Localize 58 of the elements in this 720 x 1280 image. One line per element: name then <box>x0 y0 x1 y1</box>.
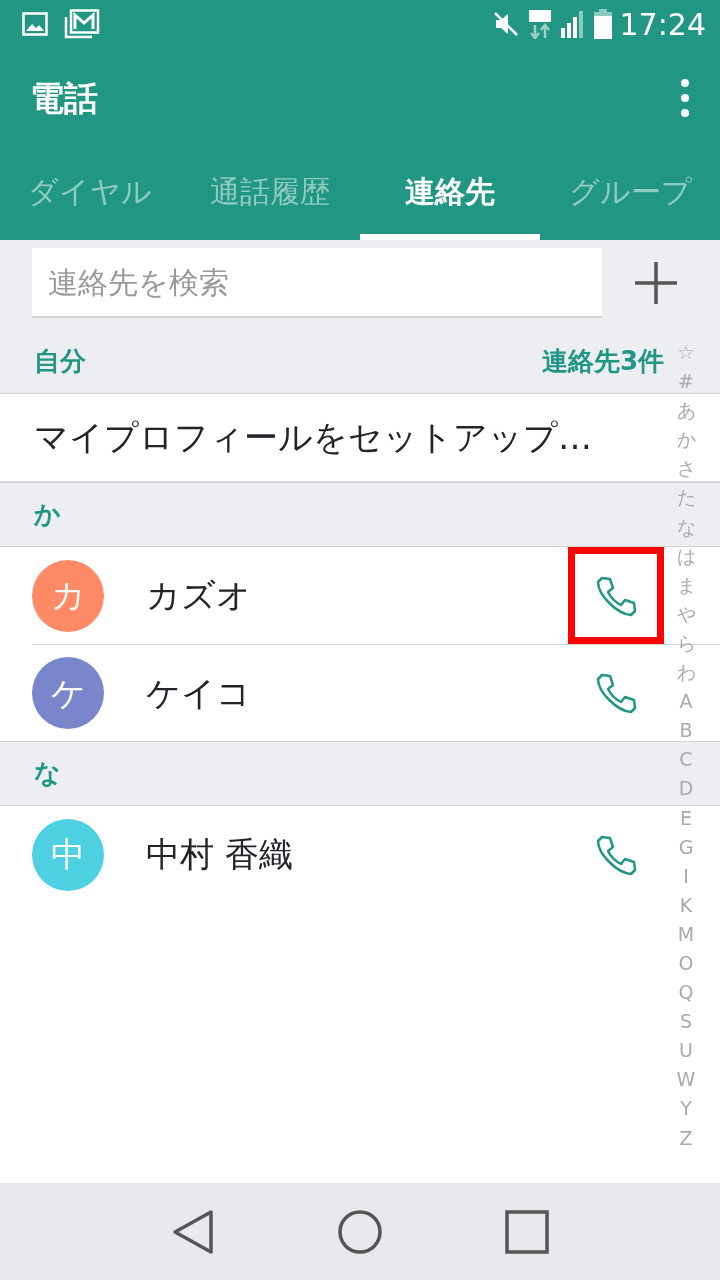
search-field[interactable]: 連絡先を検索 <box>32 248 602 318</box>
app-title: 電話 <box>30 76 98 120</box>
setup-profile-item[interactable]: マイプロフィールをセットアップ… <box>34 412 592 463</box>
index-letter[interactable]: # <box>678 367 694 397</box>
avatar: ケ <box>32 657 104 729</box>
contact-name: カズオ <box>146 574 252 617</box>
index-letter[interactable]: Y <box>680 1094 692 1124</box>
avatar: カ <box>32 559 104 632</box>
index-letter[interactable]: Q <box>678 978 694 1008</box>
index-letter[interactable]: K <box>679 890 693 920</box>
index-letter[interactable]: ま <box>676 570 696 600</box>
index-letter[interactable]: D <box>678 774 694 804</box>
battery-icon <box>593 9 612 39</box>
index-letter[interactable]: W <box>676 1065 696 1095</box>
index-letter[interactable]: わ <box>676 658 696 688</box>
index-letter[interactable]: ら <box>676 628 696 659</box>
image-icon <box>22 12 48 36</box>
index-letter[interactable]: か <box>676 425 696 455</box>
signal-icon <box>559 10 586 38</box>
index-letter[interactable]: O <box>678 948 694 979</box>
index-letter[interactable]: や <box>676 599 696 629</box>
mail-icon <box>64 9 100 39</box>
tab[interactable]: ダイヤル <box>0 148 180 240</box>
plus-icon <box>632 259 680 307</box>
home-icon[interactable] <box>337 1208 383 1255</box>
index-letter[interactable]: た <box>676 483 696 513</box>
index-letter[interactable]: ☆ <box>677 338 695 368</box>
avatar: 中 <box>32 818 104 891</box>
back-icon[interactable] <box>171 1208 215 1255</box>
index-letter[interactable]: Z <box>679 1123 693 1153</box>
index-letter[interactable]: さ <box>676 454 696 484</box>
index-letter[interactable]: な <box>676 512 696 542</box>
section-header: な <box>34 757 61 790</box>
index-letter[interactable]: I <box>683 861 689 891</box>
mute-icon <box>491 10 520 38</box>
tab[interactable]: グループ <box>540 148 720 240</box>
add-contact-button[interactable] <box>632 259 680 307</box>
index-letter[interactable]: M <box>677 919 695 949</box>
tab[interactable]: 通話履歴 <box>180 148 360 240</box>
contact-name: ケイコ <box>146 671 252 715</box>
index-letter[interactable]: G <box>678 832 694 862</box>
index-letter[interactable]: A <box>679 687 693 717</box>
clock-time: 17:24 <box>619 5 706 44</box>
section-header: か <box>34 498 61 531</box>
more-options-icon[interactable] <box>680 78 690 118</box>
index-letter[interactable]: S <box>679 1007 693 1037</box>
index-letter[interactable]: E <box>680 803 692 833</box>
section-header: 自分 <box>34 345 86 378</box>
contact-count: 連絡先3件 <box>541 345 664 378</box>
index-letter[interactable]: U <box>679 1036 693 1066</box>
index-letter[interactable]: あ <box>676 396 696 426</box>
index-letter[interactable]: B <box>679 716 693 746</box>
index-letter[interactable]: は <box>676 541 696 571</box>
lte-icon <box>527 9 552 39</box>
recent-apps-icon[interactable] <box>505 1209 549 1254</box>
call-button[interactable] <box>568 547 664 644</box>
contact-name: 中村 香織 <box>146 833 294 876</box>
index-letter[interactable]: C <box>679 745 693 775</box>
